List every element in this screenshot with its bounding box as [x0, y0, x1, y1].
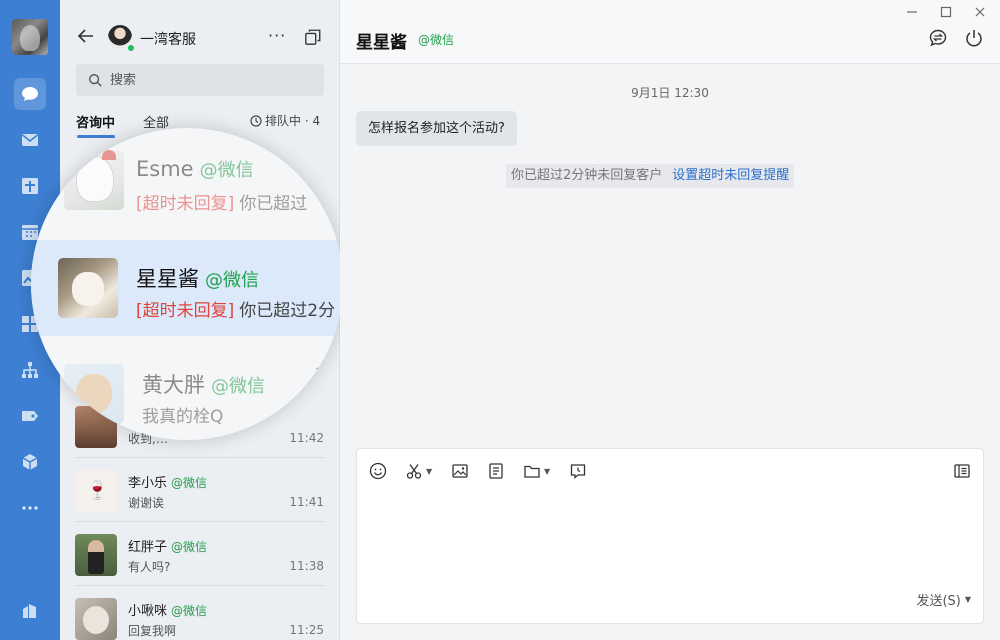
- conversation-avatar: [75, 534, 117, 576]
- chat-history-icon: [570, 464, 586, 479]
- chat-contact-name: 星星酱: [356, 33, 407, 53]
- notice-text: 你已超过2分钟未回复客户: [511, 168, 663, 183]
- search-icon: [89, 74, 102, 87]
- send-label: 发送(S): [916, 594, 961, 609]
- back-arrow-icon[interactable]: [76, 26, 96, 46]
- emoji-icon: [369, 462, 387, 480]
- clock-icon: [250, 114, 262, 127]
- conversation-preview: 有人吗?: [128, 560, 171, 574]
- message-composer: ▼ ▼ 发送(S) ▼: [356, 448, 984, 624]
- cube-icon[interactable]: [14, 446, 46, 478]
- chat-header: 星星酱 @微信: [340, 0, 1000, 64]
- screenshot-button[interactable]: ▼: [405, 461, 432, 481]
- system-notice: 你已超过2分钟未回复客户 设置超时未回复提醒: [506, 164, 795, 188]
- transfer-chat-icon[interactable]: [928, 28, 948, 48]
- conversation-preview: [超时未回复] 你已超过2分: [136, 301, 336, 321]
- send-button[interactable]: 发送(S) ▼: [916, 590, 971, 609]
- conversation-avatar: [75, 598, 117, 640]
- magnified-row-esme[interactable]: Esme @微信 [超时未回复] 你已超过 00: [31, 128, 343, 236]
- scissors-icon: [406, 464, 422, 479]
- quick-reply-button[interactable]: [487, 461, 505, 481]
- incoming-message-bubble: 怎样报名参加这个活动?: [356, 111, 517, 146]
- conversation-row[interactable]: 小啾咪 @微信 回复我啊 11:25: [60, 586, 340, 640]
- conversation-time: 00: [307, 175, 325, 191]
- conversation-preview: 谢谢诶: [128, 496, 165, 510]
- conversation-avatar: [64, 150, 124, 210]
- chat-channel-badge: @微信: [418, 33, 455, 47]
- folder-icon: [524, 465, 540, 478]
- image-icon: [452, 464, 468, 478]
- close-icon[interactable]: [972, 4, 988, 20]
- online-status-icon: [126, 43, 136, 53]
- chevron-down-icon: ▼: [544, 466, 551, 476]
- agent-header: 一湾客服 ···: [60, 0, 340, 60]
- conversation-avatar: [75, 470, 117, 512]
- queue-label: 排队中 · 4: [265, 114, 321, 128]
- message-timestamp: 9月1日 12:30: [631, 86, 709, 100]
- maximize-icon[interactable]: [938, 4, 954, 20]
- user-avatar[interactable]: [12, 19, 48, 55]
- conversation-avatar: [58, 258, 118, 318]
- history-button[interactable]: [569, 461, 587, 481]
- building-icon[interactable]: [14, 594, 46, 626]
- chevron-down-icon[interactable]: ▼: [965, 595, 971, 604]
- conversation-time: 11:25: [289, 623, 324, 637]
- more-options-icon[interactable]: ···: [268, 28, 286, 44]
- chat-panel: 星星酱 @微信 9月1日 12:30 怎样报名参加这个活动? 你已超过2分钟未回…: [340, 0, 1000, 640]
- channel-badge: @微信: [171, 540, 208, 554]
- emoji-button[interactable]: [369, 461, 387, 481]
- conversation-row[interactable]: 李小乐@微信 谢谢诶 11:41: [60, 458, 340, 522]
- overdue-tag: [超时未回复]: [136, 194, 235, 214]
- channel-badge: @微信: [211, 376, 265, 397]
- conversation-avatar: [64, 364, 124, 424]
- minimize-icon[interactable]: [904, 4, 920, 20]
- conversation-name: Esme @微信: [136, 157, 254, 181]
- conversation-preview: [超时未回复] 你已超过: [136, 194, 308, 214]
- conversation-name: 黄大胖 @微信: [142, 373, 265, 397]
- conversation-name: 红胖子 @微信: [128, 540, 208, 555]
- reminder-settings-link[interactable]: 设置超时未回复提醒: [672, 168, 789, 183]
- channel-badge: @微信: [205, 270, 259, 291]
- magnified-row-huang[interactable]: 黄大胖 @微信 我真的栓Q 2: [31, 350, 343, 440]
- channel-badge: @微信: [199, 160, 254, 181]
- conversation-row[interactable]: 红胖子 @微信 有人吗? 11:38: [60, 522, 340, 586]
- chevron-down-icon: ▼: [426, 466, 433, 476]
- conversation-time: 11:41: [289, 495, 324, 509]
- agent-name: 一湾客服: [140, 32, 196, 48]
- overdue-tag: [超时未回复]: [136, 301, 235, 321]
- chat-icon[interactable]: [14, 78, 46, 110]
- queue-status[interactable]: 排队中 · 4: [250, 112, 320, 129]
- image-button[interactable]: [451, 461, 469, 481]
- message-input[interactable]: [371, 491, 971, 583]
- customer-info-button[interactable]: [953, 461, 971, 481]
- magnifier-lens: Esme @微信 [超时未回复] 你已超过 00 星星酱 @微信 [超时未回复] 你已超…: [31, 128, 343, 440]
- end-session-icon[interactable]: [964, 28, 984, 48]
- file-button[interactable]: ▼: [523, 461, 550, 481]
- new-window-icon[interactable]: [304, 28, 322, 46]
- conversation-name: 星星酱 @微信: [136, 267, 259, 291]
- magnified-row-selected[interactable]: 星星酱 @微信 [超时未回复] 你已超过2分: [31, 240, 343, 336]
- document-icon: [489, 463, 503, 479]
- conversation-time: 11:38: [289, 559, 324, 573]
- search-box[interactable]: [76, 64, 324, 96]
- conversation-preview: 我真的栓Q: [142, 407, 224, 427]
- conversation-time: 2: [315, 366, 324, 382]
- conversation-name: 小啾咪 @微信: [128, 604, 208, 619]
- conversation-name: 李小乐 @微信: [128, 476, 208, 491]
- channel-badge: @微信: [171, 604, 208, 618]
- search-input[interactable]: [110, 70, 310, 90]
- channel-badge: @微信: [171, 476, 208, 490]
- list-panel-icon: [954, 464, 970, 478]
- conversation-preview: 回复我啊: [128, 624, 177, 638]
- more-icon[interactable]: [14, 492, 46, 524]
